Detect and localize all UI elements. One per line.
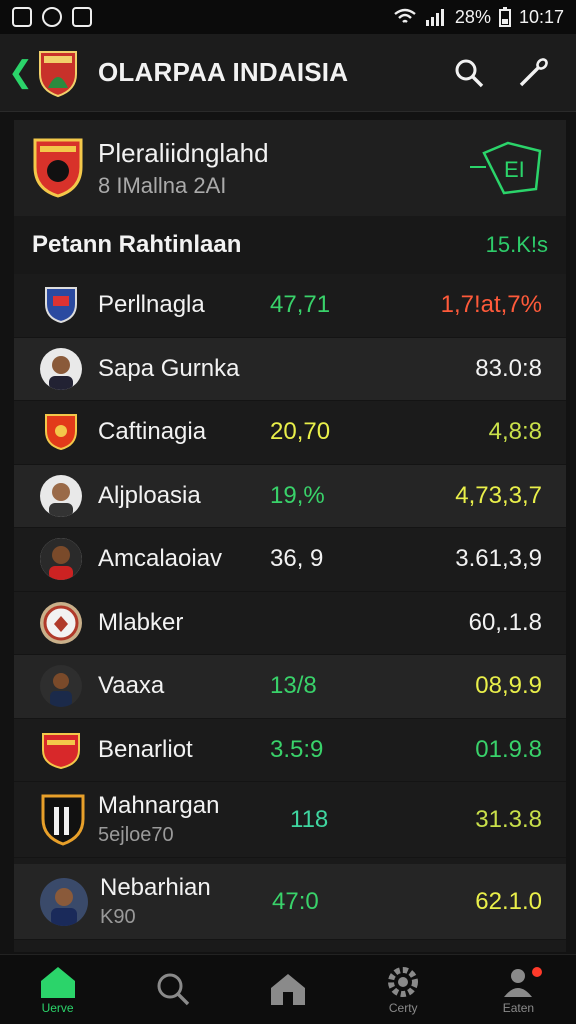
row-name: Nebarhian [100,874,211,901]
wifi-icon [394,8,416,23]
row-value-secondary: 01.9.8 [475,735,542,763]
nav-stadium[interactable] [230,955,345,1024]
row-value-secondary: 62.1.0 [475,887,542,915]
row-value-secondary: 4,8:8 [488,418,542,446]
nav-label: Uerve [41,1000,74,1015]
row-name: Mlabker [98,608,184,636]
search-icon [157,973,189,1005]
team-crest-icon [33,138,83,198]
player-avatar [40,538,82,581]
section-header: Petann Rahtinlaan 15.K!s [14,216,566,274]
row-value-secondary: 3.61,3,9 [455,545,542,573]
list-item[interactable]: Mlabker 60,.1.8 [14,591,566,655]
row-name: Sapa Gurnka [98,354,240,382]
clock: 10:17 [518,6,564,27]
app-bar: ❮ OLARPAA INDAISIA [0,34,576,112]
crest-avatar-icon [40,284,82,326]
list-item[interactable]: Nebarhian K90 47:0 62.1.0 [14,864,566,940]
settings-icon [388,966,419,997]
list-item[interactable]: Sapa Gurnka 83.0:8 [14,337,566,401]
team-header: Pleraliidnglahd 8 IMallna 2AI EI [14,120,566,216]
battery-percent: 28% [454,6,491,27]
nav-profile[interactable]: Eaten [461,955,576,1024]
battery-icon [498,7,511,27]
home-icon [40,966,75,998]
club-ball-icon [40,601,82,644]
club-crest-icon [39,50,77,97]
profile-icon [504,968,533,997]
search-button[interactable] [452,56,486,90]
row-name: Caftinagia [98,418,207,446]
list-item[interactable]: Benarliot 3.5:9 01.9.8 [14,718,566,782]
row-value-primary: 36, 9 [270,545,324,573]
row-name: Amcalaoiav [98,545,223,573]
nav-label: Certy [388,1000,418,1015]
sim-icon [72,7,92,27]
signal-icon [425,9,444,26]
row-value-secondary: 31.3.8 [475,805,542,833]
row-name: Vaaxa [98,672,165,700]
edit-button[interactable] [516,56,550,90]
list-item[interactable]: Perllnagla 47,71 1,7!at,7% [14,274,566,338]
nfc-icon [12,7,32,27]
bottom-nav: Uerve Certy Eaten [0,954,576,1024]
team-subtitle: 8 IMallna 2AI [98,172,227,198]
svg-text:EI: EI [504,157,525,182]
row-name: Benarliot [98,735,193,763]
row-value-primary: 13/8 [270,672,317,700]
status-bar: 28% 10:17 [0,0,576,34]
row-value-primary: 47,71 [270,291,331,319]
crest-avatar-icon [40,729,82,771]
player-avatar [40,474,82,517]
list-item[interactable]: Caftinagia 20,70 4,8:8 [14,401,566,465]
notification-icon [42,7,62,27]
row-name: Aljploasia [98,481,201,509]
row-value-primary: 20,70 [270,418,331,446]
team-name: Pleraliidnglahd [98,137,269,168]
nav-home[interactable]: Uerve [0,955,115,1024]
list-item[interactable]: Vaaxa 13/8 08,9.9 [14,655,566,719]
row-subtitle: 5ejloe70 [98,824,174,846]
team-content: Pleraliidnglahd 8 IMallna 2AI EI Petann … [14,120,566,952]
list-item[interactable]: Aljploasia 19,% 4,73,3,7 [14,464,566,528]
section-value: 15.K!s [485,232,548,257]
crest-avatar-icon [40,793,86,847]
row-subtitle: K90 [100,906,136,928]
row-value-primary: 19,% [270,481,325,509]
player-avatar [40,877,88,926]
player-avatar [40,665,82,708]
list-item[interactable]: Amcalaoiav 36, 9 3.61,3,9 [14,528,566,592]
row-value-primary: 47:0 [272,887,319,915]
row-name: Mahnargan [98,792,220,819]
page-title: OLARPAA INDAISIA [98,57,349,87]
player-avatar [40,347,82,390]
row-value-primary: 3.5:9 [270,735,324,763]
nav-settings[interactable]: Certy [346,955,461,1024]
section-title: Petann Rahtinlaan [32,231,242,258]
row-value-secondary: 08,9.9 [475,672,542,700]
league-badge-icon: EI [470,141,542,195]
list-item[interactable]: Mahnargan 5ejloe70 118 31.3.8 [14,782,566,858]
crest-avatar-icon [40,411,82,453]
stadium-icon [271,973,305,1005]
row-value-secondary: 83.0:8 [475,354,542,382]
row-value-secondary: 4,73,3,7 [455,481,542,509]
row-value-secondary: 60,.1.8 [468,608,542,636]
search-icon [455,59,484,87]
nav-search[interactable] [115,955,230,1024]
back-icon[interactable]: ❮ [8,55,33,90]
nav-label: Eaten [502,1000,535,1015]
row-name: Perllnagla [98,291,205,319]
notification-dot [532,967,543,977]
row-value-primary: 118 [290,805,329,833]
row-value-secondary: 1,7!at,7% [440,291,542,319]
pencil-icon [519,57,548,86]
